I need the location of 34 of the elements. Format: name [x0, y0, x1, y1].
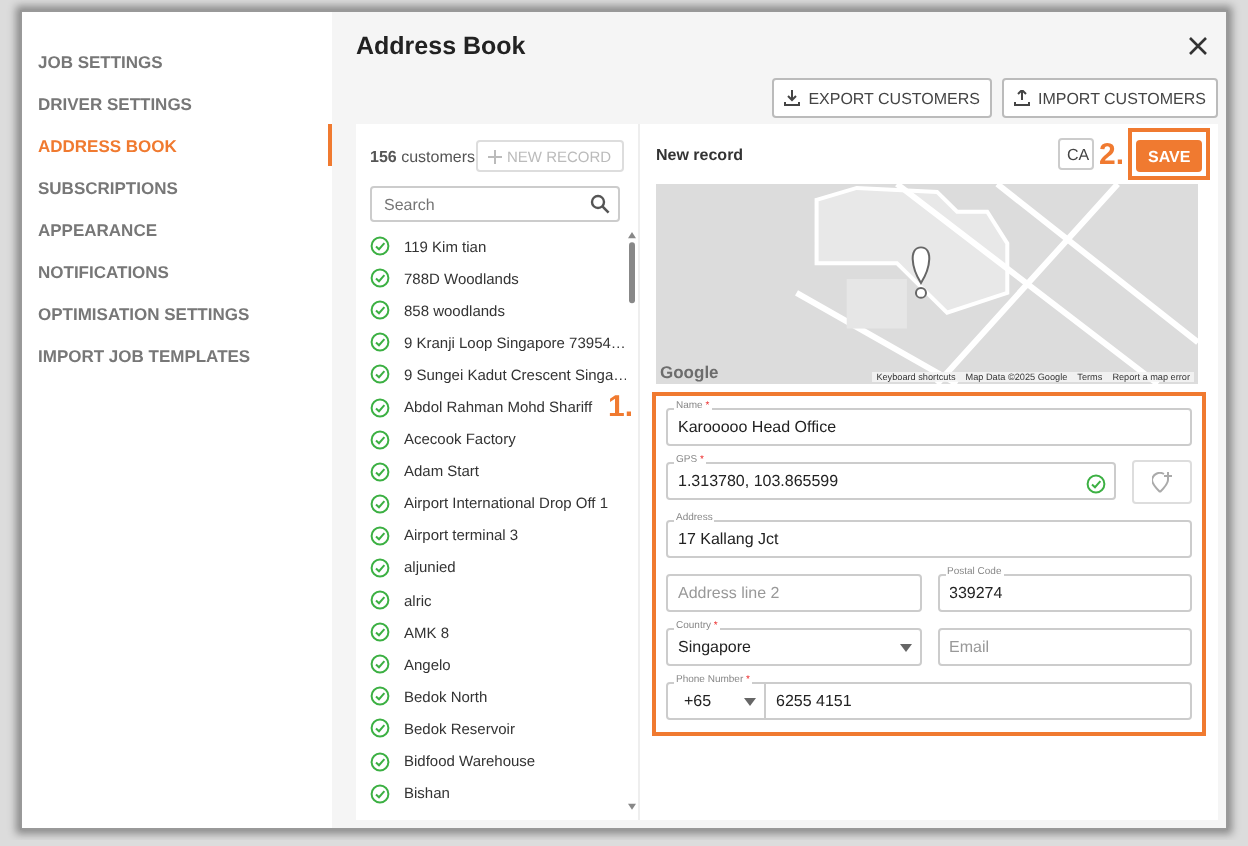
phone-field[interactable]: 6255 4151	[766, 682, 1192, 720]
gps-field[interactable]: 1.313780, 103.865599	[666, 462, 1116, 500]
search-icon	[590, 194, 610, 214]
annotation-label: 1.	[608, 392, 634, 422]
address-line-field[interactable]: Address line 2	[666, 574, 921, 612]
sidebar-item[interactable]: SUBSCRIPTIONS	[22, 166, 332, 208]
close-button[interactable]	[1186, 33, 1210, 57]
customer-count: 156 customers	[370, 147, 475, 165]
country-select[interactable]: Singapore	[666, 628, 921, 666]
name-field[interactable]: Karooooo Head Office	[666, 408, 1192, 446]
import-button[interactable]: IMPORT CUSTOMERS	[1001, 78, 1218, 118]
sidebar-item[interactable]: JOB SETTINGS	[22, 40, 332, 82]
page-title: Address Book	[356, 31, 526, 59]
caret-icon	[899, 643, 911, 651]
search-field[interactable]: Search	[370, 186, 620, 222]
cancel-button[interactable]: CA	[1058, 138, 1095, 170]
record-title: New record	[656, 145, 744, 163]
download-icon	[784, 90, 801, 106]
map-logo: Google	[660, 362, 719, 382]
sidebar-item[interactable]: DRIVER SETTINGS	[22, 82, 332, 124]
sidebar-item[interactable]: APPEARANCE	[22, 208, 332, 250]
caret-icon	[744, 697, 756, 705]
export-button[interactable]: EXPORT CUSTOMERS	[772, 78, 992, 118]
country-code-select[interactable]: +65	[666, 682, 766, 720]
sidebar-item[interactable]: NOTIFICATIONS	[22, 250, 332, 292]
sidebar-item[interactable]: OPTIMISATION SETTINGS	[22, 292, 332, 334]
pin-plus-icon	[1152, 471, 1172, 493]
annotation-label: 2.	[1098, 139, 1124, 169]
email-field[interactable]: Email	[937, 628, 1192, 666]
address-field[interactable]: 17 Kallang Jct	[666, 520, 1192, 558]
postal-code-field[interactable]: 339274	[937, 574, 1192, 612]
plus-icon	[487, 149, 501, 163]
sidebar-item[interactable]: IMPORT JOB TEMPLATES	[22, 334, 332, 376]
upload-icon	[1013, 90, 1030, 106]
